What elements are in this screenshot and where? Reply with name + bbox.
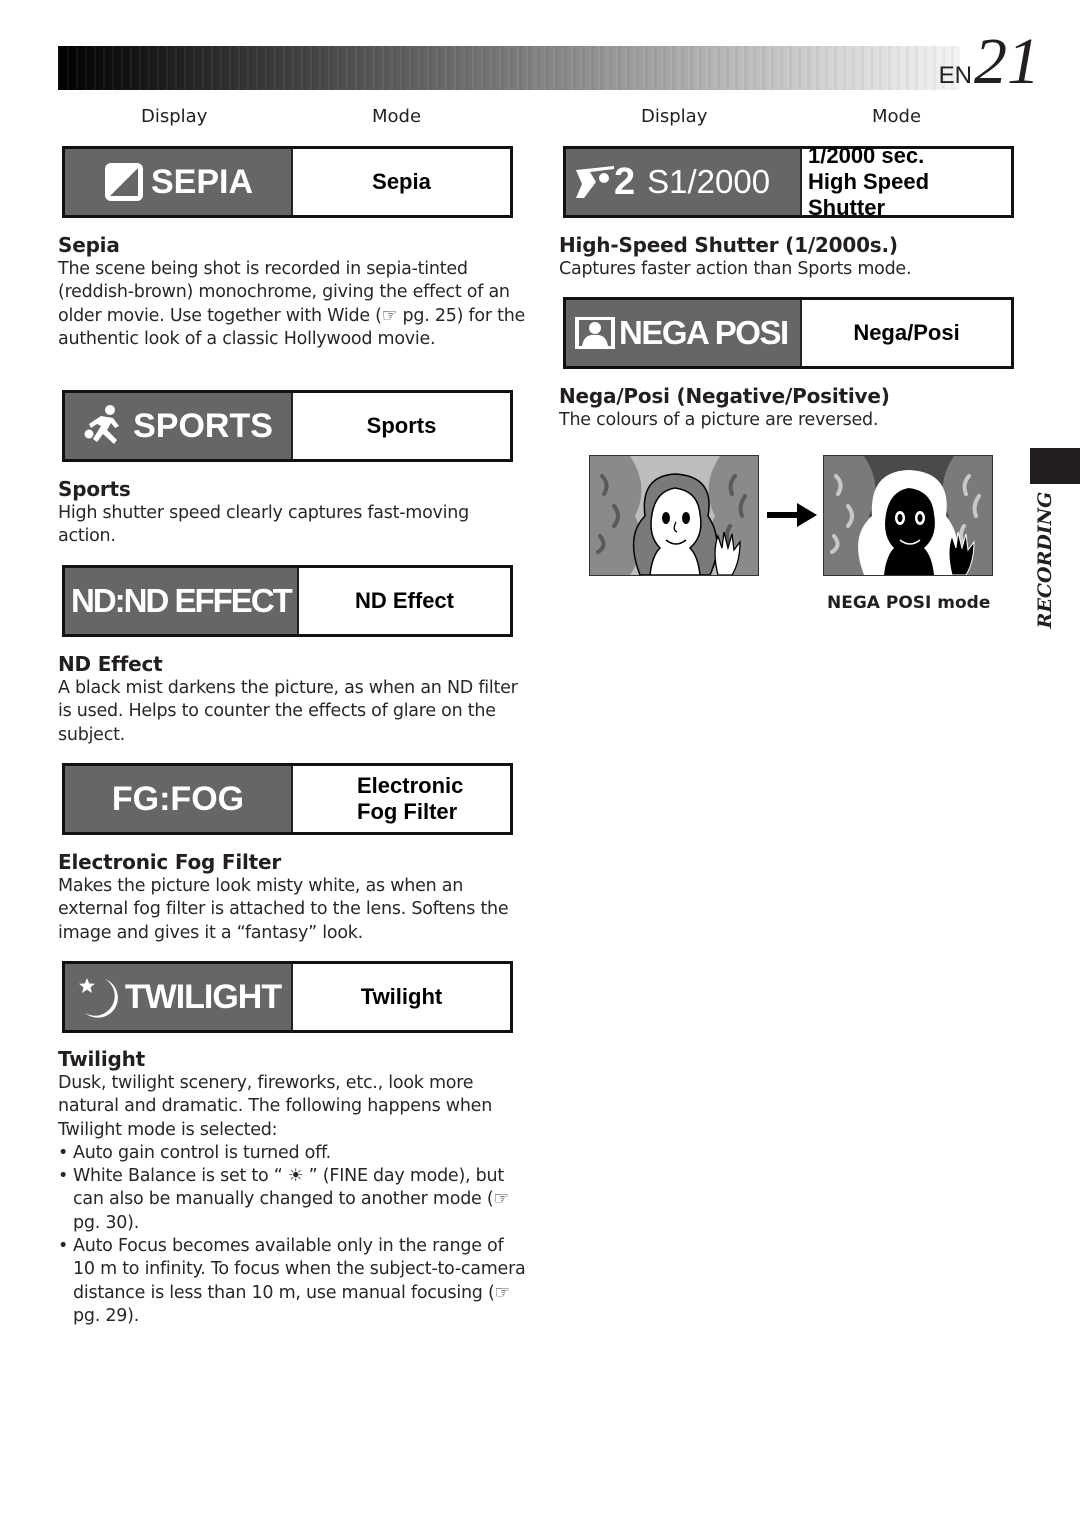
sepia-mode-box: SEPIA Sepia — [62, 146, 513, 218]
section-tab-label: RECORDING — [1030, 490, 1060, 630]
nd-effect-display: ND:ND EFFECT — [65, 568, 299, 634]
nega-posi-mode-label: Nega/Posi — [853, 320, 960, 345]
column-header-display-right: Display — [641, 106, 708, 127]
sepia-icon — [104, 163, 143, 201]
fog-title: Electronic Fog Filter — [58, 850, 282, 874]
sepia-display-text: SEPIA — [150, 162, 254, 201]
twilight-title: Twilight — [58, 1047, 146, 1071]
high-speed-display: 2 S1/2000 — [566, 149, 802, 215]
nd-effect-mode-label: ND Effect — [354, 588, 454, 613]
sports-mode-box: SPORTS Sports — [62, 390, 513, 462]
sports-display-text: SPORTS — [133, 406, 273, 445]
fog-description: Makes the picture look misty white, as w… — [58, 876, 509, 943]
fog-mode-box: FG:FOG Electronic Fog Filter — [62, 763, 513, 835]
twilight-bullet: Auto gain control is turned off. — [58, 1142, 528, 1166]
page-prefix: EN — [938, 62, 972, 89]
fog-mode-label-line2: Fog Filter — [357, 799, 458, 824]
twilight-display-text: TWILIGHT — [124, 977, 282, 1016]
nega-posi-picture-illustration — [823, 455, 993, 576]
column-header-mode-right: Mode — [872, 106, 922, 127]
header-gradient-bar — [58, 46, 960, 90]
fog-mode-label: Electronic Fog Filter — [293, 766, 510, 832]
sepia-description: The scene being shot is recorded in sepi… — [58, 259, 526, 349]
moon-star-icon — [78, 978, 118, 1018]
twilight-description: Dusk, twilight scenery, fireworks, etc.,… — [58, 1072, 528, 1328]
high-speed-mode-label-line2: High Speed Shutter — [808, 169, 930, 220]
portrait-icon — [575, 317, 615, 349]
arrow-right-icon — [767, 503, 817, 527]
section-tab-label-text: RECORDING — [1034, 491, 1056, 629]
sepia-mode-label: Sepia — [372, 169, 431, 194]
sports-title: Sports — [58, 477, 131, 501]
nega-posi-display: NEGA POSI — [566, 300, 802, 366]
nd-effect-description: A black mist darkens the picture, as whe… — [58, 678, 518, 745]
sports-description: High shutter speed clearly captures fast… — [58, 503, 469, 547]
sports-mode-label: Sports — [366, 413, 437, 438]
high-speed-display-text: S1/2000 — [647, 163, 771, 200]
fog-mode-label-line1: Electronic — [357, 773, 464, 798]
sports-runner-icon — [84, 405, 120, 444]
nd-effect-title: ND Effect — [58, 652, 163, 676]
sepia-title: Sepia — [58, 233, 120, 257]
sports-display: SPORTS — [65, 393, 293, 459]
high-speed-title: High-Speed Shutter (1/2000s.) — [559, 233, 898, 257]
nega-posi-caption: NEGA POSI mode — [827, 593, 991, 613]
twilight-intro: Dusk, twilight scenery, fireworks, etc.,… — [58, 1073, 493, 1140]
fog-display: FG:FOG — [65, 766, 293, 832]
high-speed-mode-box: 2 S1/2000 1/2000 sec. High Speed Shutter — [563, 143, 1014, 220]
nega-posi-description: The colours of a picture are reversed. — [559, 410, 879, 430]
page-number-value: 21 — [974, 25, 1040, 98]
twilight-bullet: Auto Focus becomes available only in the… — [58, 1235, 528, 1328]
nega-posi-title: Nega/Posi (Negative/Positive) — [559, 384, 890, 408]
high-speed-display-prefix: 2 — [614, 160, 636, 203]
high-speed-mode-label-line1: 1/2000 sec. — [808, 143, 925, 168]
nd-effect-mode-box: ND:ND EFFECT ND Effect — [62, 565, 513, 637]
column-header-display-left: Display — [141, 106, 208, 127]
high-speed-description: Captures faster action than Sports mode. — [559, 259, 912, 279]
twilight-mode-label: Twilight — [360, 984, 443, 1009]
twilight-display: TWILIGHT — [65, 964, 293, 1030]
section-tab-marker — [1030, 448, 1080, 484]
twilight-bullet: White Balance is set to “ ☀ ” (FINE day … — [58, 1165, 528, 1235]
high-speed-mode-label: 1/2000 sec. High Speed Shutter — [802, 143, 1011, 220]
fog-display-text: FG:FOG — [111, 779, 245, 818]
twilight-mode-box: TWILIGHT Twilight — [62, 961, 513, 1033]
column-header-mode-left: Mode — [372, 106, 422, 127]
nd-effect-display-text: ND:ND EFFECT — [71, 582, 293, 619]
page-number: EN 21 — [938, 25, 1040, 98]
nega-posi-display-text: NEGA POSI — [619, 314, 789, 351]
nega-posi-mode-box: NEGA POSI Nega/Posi — [563, 297, 1014, 369]
golfer-icon — [576, 166, 614, 198]
sepia-display: SEPIA — [65, 149, 293, 215]
original-picture-illustration — [589, 455, 759, 576]
twilight-bullet-list: Auto gain control is turned off. White B… — [58, 1142, 528, 1328]
